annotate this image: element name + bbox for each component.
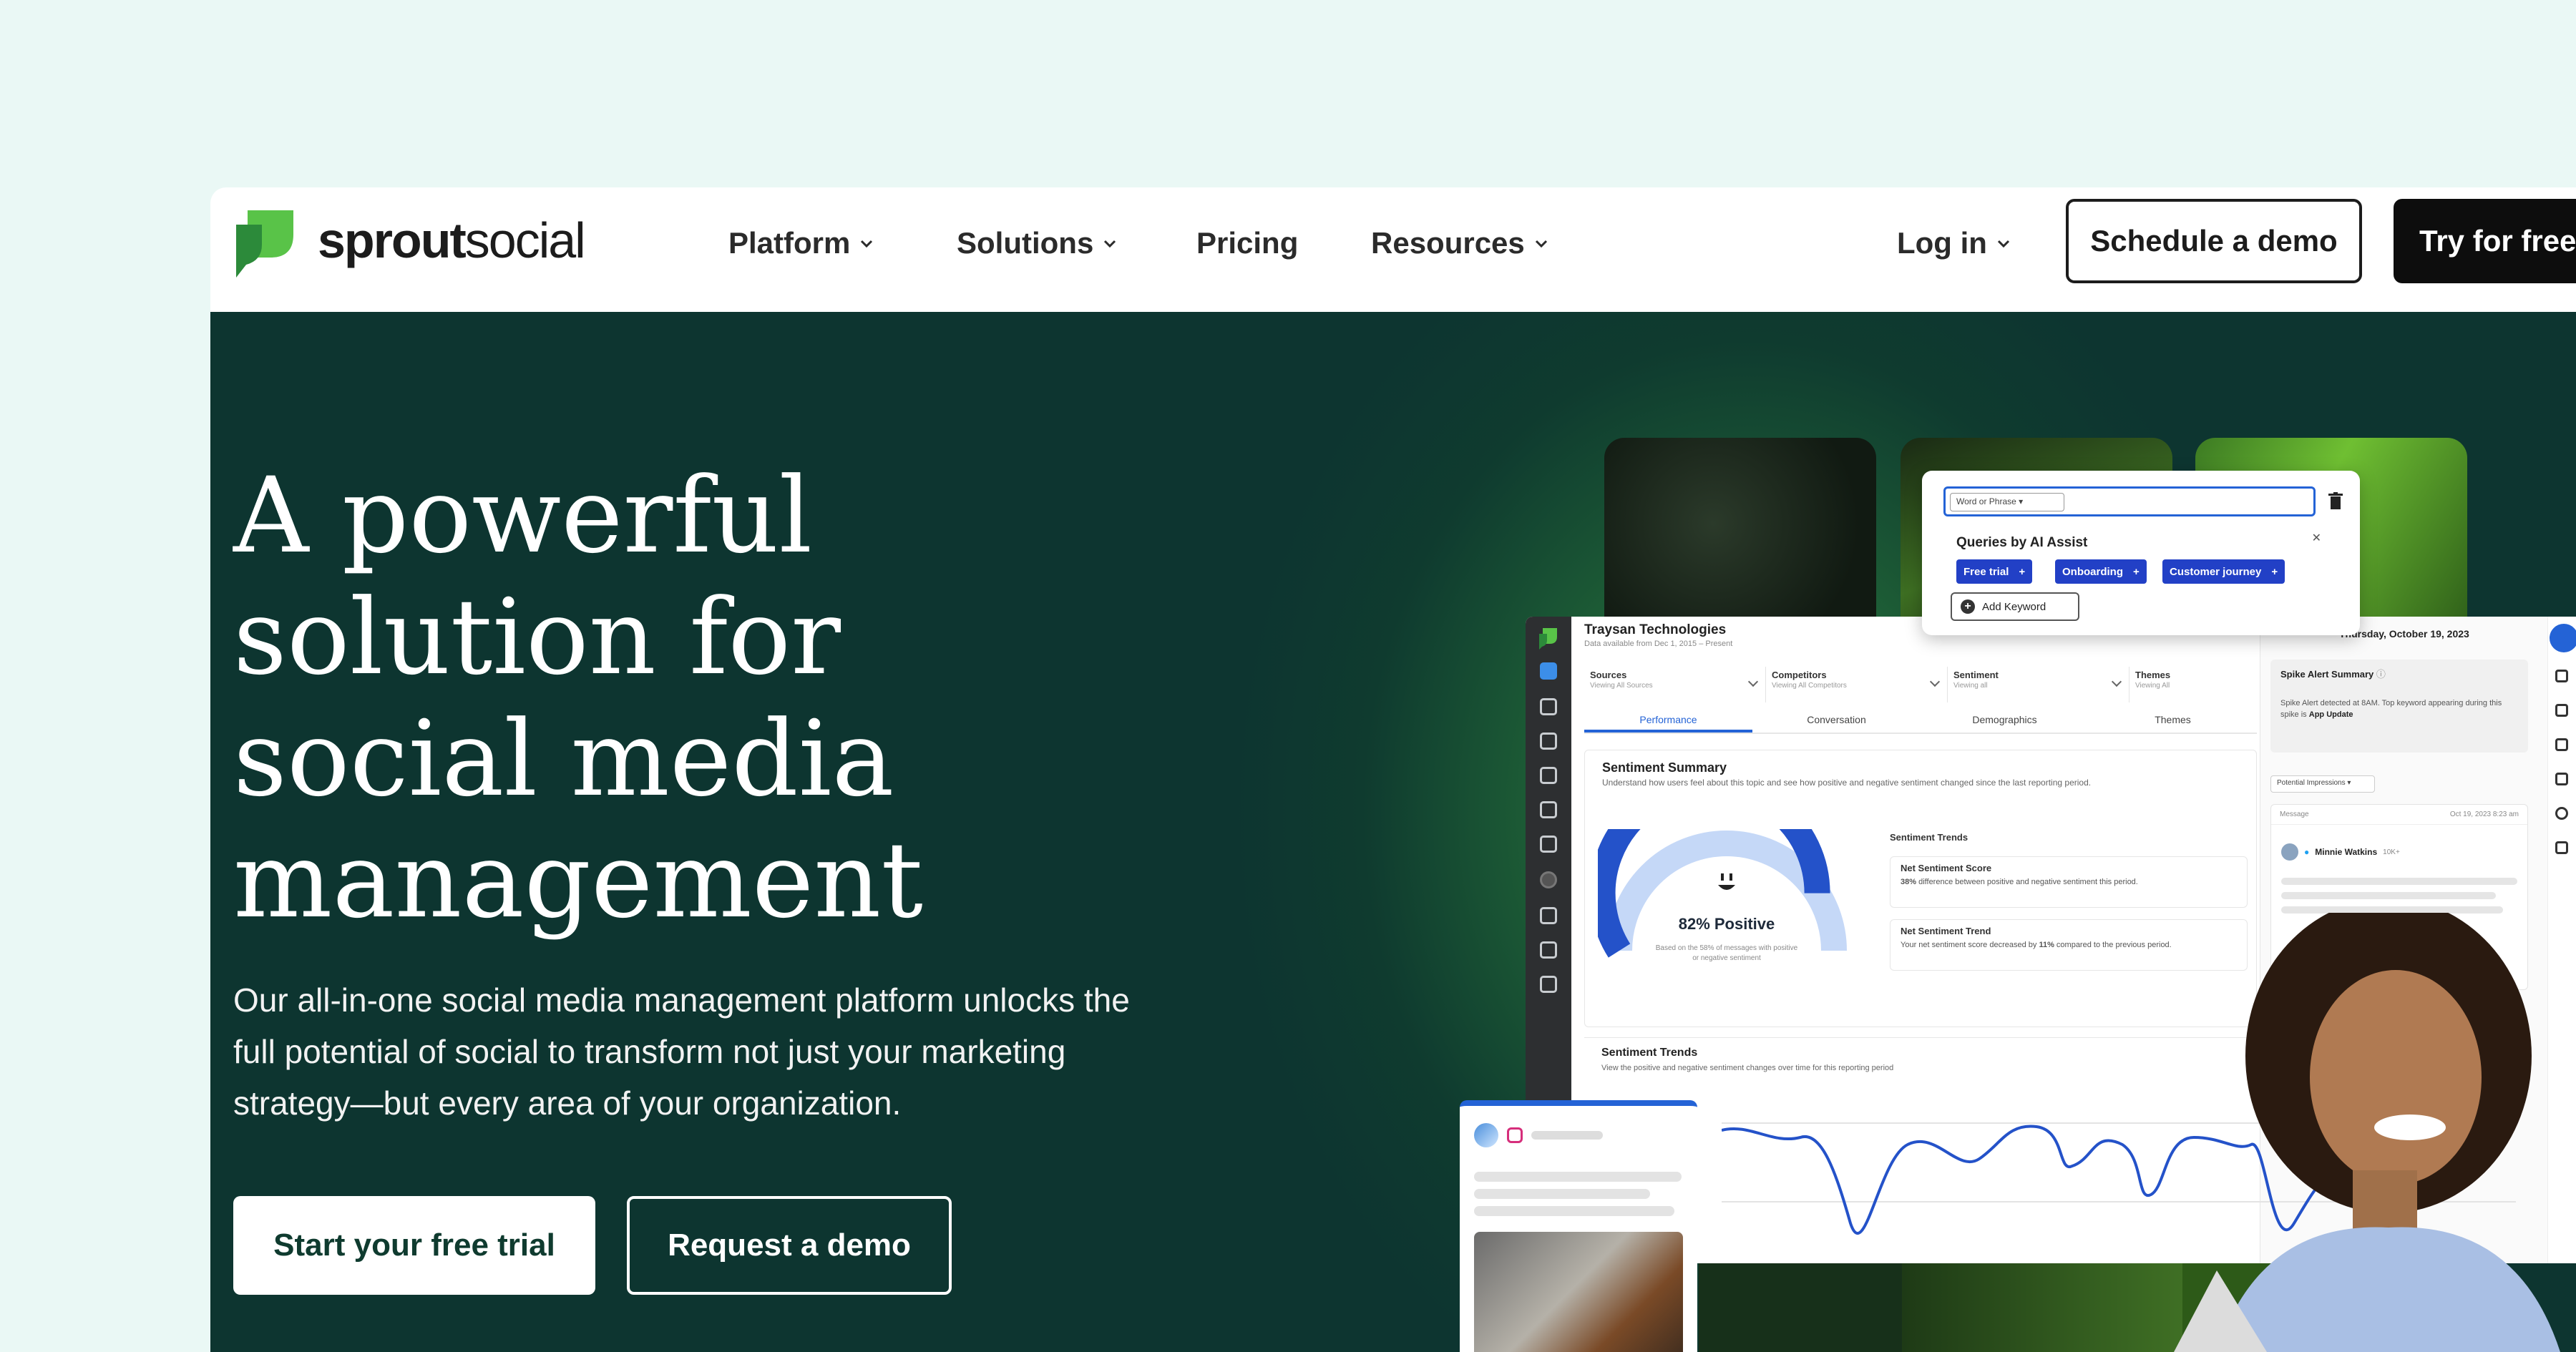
add-keyword-button[interactable]: + Add Keyword [1951, 592, 2079, 621]
avatar [2281, 843, 2298, 861]
listening-icon[interactable] [1540, 871, 1557, 888]
sprout-leaf-icon [1539, 628, 1557, 650]
info-icon: ⓘ [2376, 669, 2386, 680]
ai-assist-queries: Queries by AI Assist ✕ Free trial + Onboa… [1941, 526, 2337, 588]
tab-demographics[interactable]: Demographics [1921, 710, 2089, 733]
impressions-select[interactable]: Potential Impressions ▾ [2270, 775, 2375, 793]
hero-section: A powerful solution for social media man… [210, 312, 2576, 1352]
leaf-photo-tile [1699, 1263, 1902, 1352]
sentiment-summary-panel: Sentiment Summary Understand how users f… [1584, 750, 2257, 1027]
nav-login[interactable]: Log in [1897, 226, 2013, 260]
smiling-woman-photo [2174, 913, 2560, 1352]
close-icon[interactable]: ✕ [2312, 531, 2321, 545]
chevron-down-icon [861, 240, 873, 248]
star-icon[interactable] [1540, 976, 1557, 993]
compose-icon[interactable] [2550, 624, 2576, 652]
tab-performance[interactable]: Performance [1584, 710, 1752, 733]
plus-icon: + [2019, 565, 2026, 578]
schedule-demo-button[interactable]: Schedule a demo [2066, 199, 2362, 283]
list-icon[interactable] [1540, 801, 1557, 818]
query-chip-customer-journey[interactable]: Customer journey + [2162, 559, 2285, 584]
text-placeholder [1474, 1172, 1682, 1182]
message-author: ● Minnie Watkins 10K+ [2281, 843, 2400, 861]
keyboard-icon[interactable] [2555, 841, 2568, 854]
date-range: Data available from Dec 1, 2015 – Presen… [1584, 640, 1733, 648]
text-placeholder [1531, 1131, 1603, 1140]
company-name: Traysan Technologies [1584, 622, 1727, 637]
link-icon[interactable] [2555, 738, 2568, 751]
leaf-photo-tile [1902, 1263, 2182, 1352]
filter-sentiment[interactable]: Sentiment Viewing all [1948, 667, 2129, 702]
help-icon[interactable] [2555, 807, 2568, 820]
comment-icon[interactable] [2555, 704, 2568, 717]
query-chip-free-trial[interactable]: Free trial + [1956, 559, 2033, 584]
text-placeholder [2281, 892, 2496, 899]
spike-alert-summary: Spike Alert Summary ⓘ Spike Alert detect… [2270, 660, 2528, 753]
trash-icon[interactable] [2328, 492, 2343, 509]
nav-pricing[interactable]: Pricing [1196, 226, 1298, 260]
gauge-note: Based on the 58% of messages with positi… [1655, 944, 1798, 962]
post-photo [1474, 1232, 1683, 1352]
tab-conversation[interactable]: Conversation [1752, 710, 1921, 733]
sprout-leaf-icon [236, 210, 293, 278]
plus-icon: + [2133, 565, 2140, 578]
text-placeholder [1474, 1189, 1650, 1199]
dashboard-icon[interactable] [1540, 698, 1557, 715]
trend-description: View the positive and negative sentiment… [1601, 1064, 1894, 1072]
avatar [1474, 1123, 1498, 1147]
chevron-down-icon [1997, 240, 2010, 248]
panel-description: Understand how users feel about this top… [1602, 778, 2092, 788]
bookmark-icon[interactable] [2555, 773, 2568, 785]
keyword-query-popup: Word or Phrase ▾ Queries by AI Assist ✕ … [1922, 471, 2360, 635]
post-header [1474, 1123, 1603, 1147]
filter-competitors[interactable]: Competitors Viewing All Competitors [1766, 667, 1948, 702]
instagram-post-card [1460, 1100, 1697, 1352]
keyword-input[interactable]: Word or Phrase ▾ [1943, 486, 2316, 516]
inbox-icon[interactable] [1540, 733, 1557, 750]
chevron-down-icon [1104, 240, 1116, 248]
gauge-value: 82% Positive [1678, 915, 1775, 933]
plus-circle-icon: + [1961, 599, 1975, 614]
tab-themes[interactable]: Themes [2089, 710, 2257, 733]
instagram-icon [1507, 1127, 1523, 1143]
top-nav: sproutsocial Platform Solutions Pricing … [210, 187, 2576, 312]
hero-title: A powerful solution for social media man… [233, 455, 923, 941]
net-sentiment-score-card: Net Sentiment Score 38% difference betwe… [1890, 856, 2248, 908]
plus-icon: + [2271, 565, 2278, 578]
start-free-trial-button[interactable]: Start your free trial [233, 1196, 595, 1295]
hero-subtitle: Our all-in-one social media management p… [233, 981, 1130, 1122]
query-chip-onboarding[interactable]: Onboarding + [2055, 559, 2147, 584]
filter-bar: Sources Viewing All Sources Competitors Vi… [1584, 667, 2311, 702]
chevron-down-icon [1535, 240, 1547, 248]
trend-title: Sentiment Trends [1601, 1047, 1698, 1059]
send-icon[interactable] [1540, 836, 1557, 853]
smile-icon [1718, 873, 1735, 890]
dashboard-tabs: Performance Conversation Demographics Th… [1584, 710, 2257, 734]
sproutsocial-logo[interactable]: sproutsocial [233, 203, 586, 278]
text-placeholder [1474, 1206, 1674, 1216]
bot-icon[interactable] [1540, 941, 1557, 959]
folder-icon[interactable] [1540, 662, 1557, 680]
nav-platform[interactable]: Platform [728, 226, 876, 260]
panel-title: Sentiment Summary [1602, 760, 1727, 775]
nav-resources[interactable]: Resources [1371, 226, 1551, 260]
twitter-icon: ● [2304, 847, 2310, 857]
ai-assist-title: Queries by AI Assist [1956, 535, 2088, 550]
filter-sources[interactable]: Sources Viewing All Sources [1584, 667, 1766, 702]
nav-solutions[interactable]: Solutions [957, 226, 1119, 260]
alert-icon[interactable] [2555, 670, 2568, 682]
reports-icon[interactable] [1540, 907, 1557, 924]
text-placeholder [2281, 878, 2517, 885]
logo-wordmark: sproutsocial [318, 212, 586, 268]
pin-icon[interactable] [1540, 767, 1557, 784]
word-phrase-select[interactable]: Word or Phrase ▾ [1950, 493, 2064, 511]
try-free-button[interactable]: Try for free [2394, 199, 2576, 283]
request-demo-button[interactable]: Request a demo [627, 1196, 952, 1295]
sentiment-gauge: 82% Positive Based on the 58% of message… [1589, 773, 1855, 986]
sentiment-trends-label: Sentiment Trends [1890, 832, 1968, 843]
